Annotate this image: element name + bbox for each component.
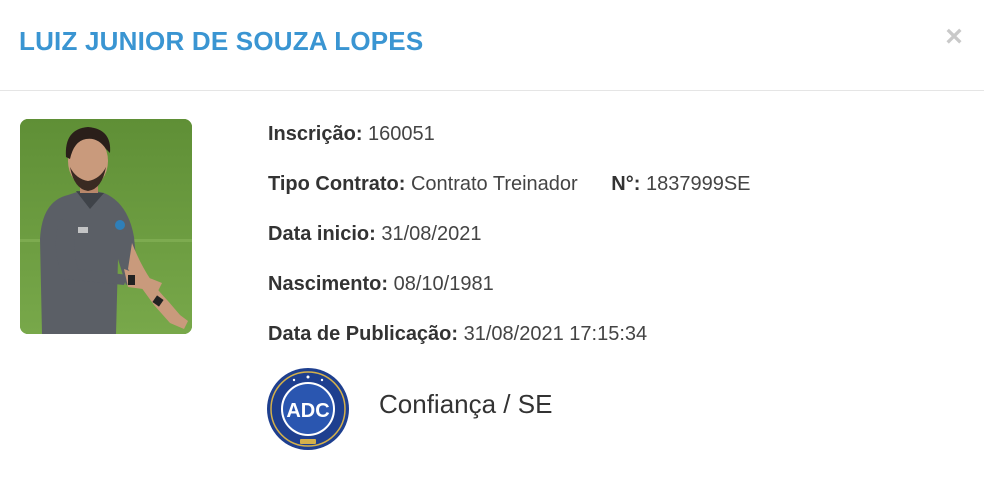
club-crest-icon[interactable]: ADC: [266, 367, 350, 451]
numero-group: N°: 1837999SE: [611, 173, 750, 195]
numero-label: N°:: [611, 173, 641, 195]
data-inicio-label: Data inicio:: [268, 223, 376, 245]
field-tipo-contrato: Tipo Contrato: Contrato Treinador N°: 18…: [268, 172, 751, 222]
close-button[interactable]: ×: [942, 22, 966, 52]
club-crest-letters: ADC: [286, 400, 329, 422]
person-photo: [20, 119, 192, 334]
club-name[interactable]: Confiança / SE: [379, 389, 552, 420]
field-inscricao: Inscrição: 160051: [268, 122, 751, 172]
modal-header: LUIZ JUNIOR DE SOUZA LOPES ×: [0, 0, 984, 91]
field-data-publicacao: Data de Publicação: 31/08/2021 17:15:34: [268, 322, 751, 372]
nascimento-value: 08/10/1981: [393, 273, 494, 295]
club-section: ADC Confiança / SE: [266, 367, 686, 451]
numero-value: 1837999SE: [645, 173, 751, 195]
nascimento-label: Nascimento:: [268, 273, 389, 295]
field-data-inicio: Data inicio: 31/08/2021: [268, 222, 751, 272]
person-photo-image: [20, 119, 192, 334]
data-publicacao-label: Data de Publicação:: [268, 323, 459, 345]
modal-title: LUIZ JUNIOR DE SOUZA LOPES: [19, 26, 424, 56]
data-inicio-value: 31/08/2021: [381, 223, 482, 245]
tipo-contrato-label: Tipo Contrato:: [268, 173, 406, 195]
inscricao-label: Inscrição:: [268, 123, 363, 145]
tipo-contrato-value: Contrato Treinador: [410, 173, 578, 195]
person-info: Inscrição: 160051 Tipo Contrato: Contrat…: [268, 122, 751, 372]
field-nascimento: Nascimento: 08/10/1981: [268, 272, 751, 322]
data-publicacao-value: 31/08/2021 17:15:34: [463, 323, 648, 345]
inscricao-value: 160051: [368, 123, 435, 145]
